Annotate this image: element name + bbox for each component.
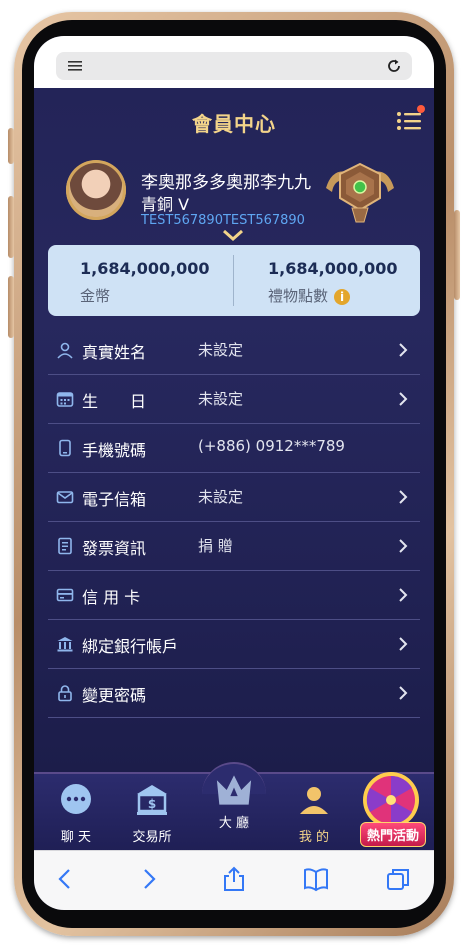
row-value: 未設定 <box>198 390 244 408</box>
nav-label: 交易所 <box>132 830 172 845</box>
username: 李奧那多多奧那李九九 <box>141 173 311 193</box>
side-button <box>8 276 14 338</box>
side-button <box>454 210 460 300</box>
promo-label[interactable]: 熱門活動 <box>360 822 426 847</box>
nav-exchange[interactable]: $ 交易所 <box>120 782 184 845</box>
bottom-nav: 聊 天 $ 交易所 大 廳 我 的 熱門活動 <box>34 762 434 852</box>
row-label: 生 日 <box>82 392 147 411</box>
gift-points-label-wrap: 禮物點數 i <box>268 285 351 306</box>
mail-icon <box>56 491 74 504</box>
receipt-icon <box>58 537 72 555</box>
info-icon[interactable]: i <box>334 288 351 305</box>
row-label: 變更密碼 <box>82 686 147 705</box>
rank-badge-icon[interactable] <box>322 158 398 224</box>
user-id: TEST567890TEST567890 <box>141 213 305 228</box>
phone-screen: 會員中心 李奧那多多奧那李九九 青銅 V TEST567890TEST56789… <box>34 36 434 910</box>
browser-toolbar <box>34 850 434 910</box>
chevron-right-icon <box>399 490 408 504</box>
gift-points-column: 1,684,000,000 禮物點數 i <box>234 245 420 316</box>
chevron-right-icon <box>399 686 408 700</box>
side-button <box>8 196 14 258</box>
tabs-icon[interactable] <box>384 865 412 893</box>
row-label: 電子信箱 <box>82 490 147 509</box>
chevron-right-icon <box>399 392 408 406</box>
row-phone-number: 手機號碼 (+886) 0912***789 <box>48 424 420 473</box>
nav-label: 我 的 <box>298 830 330 845</box>
reader-menu-icon[interactable] <box>68 61 82 71</box>
reload-icon[interactable] <box>386 58 402 74</box>
row-credit-card[interactable]: 信 用 卡 <box>48 571 420 620</box>
share-icon[interactable] <box>220 865 248 893</box>
row-value: 捐 贈 <box>198 537 233 555</box>
nav-lobby[interactable]: 大 廳 <box>202 775 266 831</box>
bank-icon <box>57 637 73 652</box>
row-label: 綁定銀行帳戶 <box>82 637 179 656</box>
back-icon[interactable] <box>52 865 80 893</box>
coins-label: 金幣 <box>80 287 111 305</box>
member-center-page: 會員中心 李奧那多多奧那李九九 青銅 V TEST567890TEST56789… <box>34 88 434 850</box>
member-level: 青銅 V <box>141 195 190 214</box>
menu-button[interactable] <box>396 105 425 134</box>
side-button <box>8 128 14 164</box>
page-title: 會員中心 <box>192 112 276 136</box>
exchange-icon: $ <box>137 785 167 815</box>
row-birthday[interactable]: 生 日 未設定 <box>48 375 420 424</box>
svg-text:$: $ <box>148 797 156 811</box>
nav-chat[interactable]: 聊 天 <box>44 782 108 845</box>
nav-mine[interactable]: 我 的 <box>282 782 346 845</box>
phone-icon <box>59 439 71 457</box>
wallet-card: 1,684,000,000 金幣 1,684,000,000 禮物點數 i <box>48 245 420 316</box>
gift-points-label: 禮物點數 <box>268 287 329 305</box>
row-label: 信 用 卡 <box>82 588 141 607</box>
row-value: (+886) 0912***789 <box>198 437 345 455</box>
nav-label: 聊 天 <box>60 830 92 845</box>
notification-dot <box>417 105 425 113</box>
chevron-right-icon <box>399 343 408 357</box>
avatar[interactable] <box>66 160 126 220</box>
row-change-password[interactable]: 變更密碼 <box>48 669 420 718</box>
gift-points-amount: 1,684,000,000 <box>268 259 398 278</box>
credit-card-icon <box>56 588 74 602</box>
coins-amount: 1,684,000,000 <box>80 259 210 278</box>
row-email[interactable]: 電子信箱 未設定 <box>48 473 420 522</box>
row-label: 發票資訊 <box>82 539 147 558</box>
profile-settings-list: 真實姓名 未設定 生 日 未設定 手機號碼 (+886) 0912***789 … <box>48 326 420 718</box>
chevron-right-icon <box>399 588 408 602</box>
url-field[interactable] <box>56 52 412 80</box>
row-label: 真實姓名 <box>82 343 147 362</box>
coins-column: 1,684,000,000 金幣 <box>48 245 234 316</box>
bookmarks-icon[interactable] <box>302 865 330 893</box>
row-value: 未設定 <box>198 488 244 506</box>
row-label: 手機號碼 <box>82 441 147 460</box>
chevron-right-icon <box>399 637 408 651</box>
row-bank-account[interactable]: 綁定銀行帳戶 <box>48 620 420 669</box>
person-icon <box>57 342 73 359</box>
nav-label: 大 廳 <box>218 816 250 831</box>
chat-icon <box>61 784 91 814</box>
calendar-icon <box>56 392 74 407</box>
lock-icon <box>58 685 72 702</box>
row-value: 未設定 <box>198 341 244 359</box>
user-icon <box>300 787 328 814</box>
chevron-down-icon[interactable] <box>222 229 244 241</box>
row-real-name[interactable]: 真實姓名 未設定 <box>48 326 420 375</box>
browser-url-bar <box>34 36 434 88</box>
row-invoice[interactable]: 發票資訊 捐 贈 <box>48 522 420 571</box>
chevron-right-icon <box>399 539 408 553</box>
crown-icon <box>216 775 252 805</box>
forward-icon[interactable] <box>134 865 162 893</box>
